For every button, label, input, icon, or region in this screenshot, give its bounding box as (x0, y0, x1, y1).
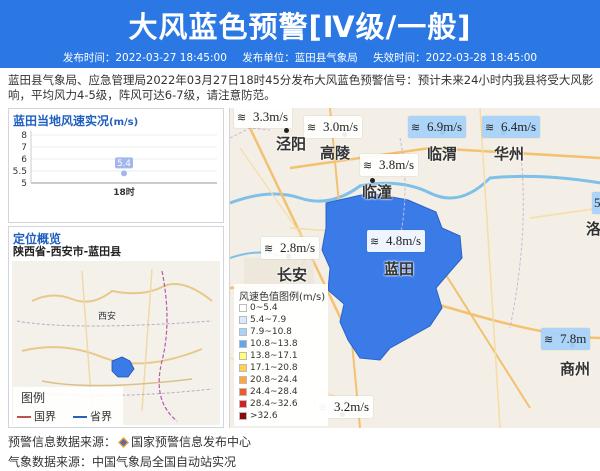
wind-label[interactable]: ≋ 3.3m/s (234, 108, 293, 128)
scale-swatch (239, 327, 247, 336)
scale-legend-item: 13.8~17.1 (239, 351, 298, 362)
x-tick-label: 18时 (113, 186, 135, 198)
wind-label[interactable]: ≋ 6.9m/s (408, 116, 467, 138)
lantian-highlight (111, 356, 135, 378)
city-huazhou: 华州 (494, 145, 525, 163)
wind-label[interactable]: ≋ 4.8m/s (367, 230, 426, 252)
city-jingyang: 泾阳 (276, 135, 307, 153)
wind-icon: ≋ (264, 242, 274, 255)
wind-label[interactable]: ≋ 6.4m/s (482, 116, 541, 138)
wind-speed-point (121, 170, 127, 177)
city-changan: 长安 (277, 266, 308, 284)
wind-label[interactable]: ≋ 7.8m (541, 328, 591, 350)
wind-speed-value-label: 5.4 (117, 159, 131, 169)
scale-legend-label: 28.4~32.6 (250, 399, 298, 409)
scale-legend-label: 5.4~7.9 (250, 315, 287, 325)
wind-label-partial[interactable]: 5 (592, 192, 600, 214)
scale-swatch (239, 339, 247, 348)
wind-speed-chart: 8 7 6 5.5 5 5.4 18时 (13, 131, 217, 198)
wind-speed-panel: 蓝田当地风速实况(m/s) 8 7 6 5.5 5 5.4 18时 (8, 108, 224, 223)
city-shangzhou: 商州 (560, 360, 591, 378)
scale-swatch (239, 375, 247, 384)
warning-title: 大风蓝色预警[Ⅳ级/一般] (128, 10, 472, 44)
scale-legend-label: 10.8~13.8 (250, 339, 298, 349)
footer: 预警信息数据来源： 国家预警信息发布中心 气象数据来源：中国气象局全国自动站实况 (8, 432, 598, 471)
scale-swatch (239, 399, 247, 408)
scale-swatch (239, 315, 247, 324)
expire-time: 失效时间：2022-03-28 18:45:00 (373, 52, 538, 64)
scale-swatch (239, 351, 247, 360)
scale-legend-item: >32.6 (239, 411, 278, 422)
scale-legend-item: 20.8~24.4 (239, 375, 298, 386)
location-panel: 定位概览 陕西省-西安市-蓝田县 西安 图例 国界 省界 (8, 226, 224, 428)
city-lintong: 临潼 (362, 183, 393, 201)
scale-legend-item: 10.8~13.8 (239, 339, 298, 350)
scale-swatch (239, 303, 247, 312)
scale-legend-label: 7.9~10.8 (250, 327, 292, 337)
wind-label[interactable]: ≋ 3.0m/s (304, 116, 363, 138)
scale-legend-item: 24.4~28.4 (239, 387, 298, 398)
warning-source-line: 预警信息数据来源： 国家预警信息发布中心 (8, 435, 252, 449)
wind-icon: ≋ (237, 111, 247, 124)
wind-icon: ≋ (411, 121, 421, 134)
warning-meta: 发布时间：2022-03-27 18:45:00 发布单位：蓝田县气象局 失效时… (0, 50, 600, 65)
overview-city-label: 西安 (98, 312, 117, 322)
warning-header: 大风蓝色预警[Ⅳ级/一般] 发布时间：2022-03-27 18:45:00 发… (0, 0, 600, 68)
wind-label[interactable]: ≋ 2.8m/s (261, 237, 320, 259)
scale-legend-label: >32.6 (250, 411, 278, 421)
scale-legend-item: 5.4~7.9 (239, 315, 286, 326)
warning-center-logo-icon (118, 437, 130, 448)
scale-legend-item: 0~5.4 (239, 303, 278, 314)
wind-icon: ≋ (370, 235, 380, 248)
weather-source-line: 气象数据来源：中国气象局全国自动站实况 (8, 455, 237, 469)
scale-legend-label: 20.8~24.4 (250, 375, 298, 385)
y-tick-label: 8 (21, 131, 27, 141)
warning-source-link[interactable]: 国家预警信息发布中心 (131, 435, 251, 449)
y-tick-label: 6 (21, 155, 27, 165)
scale-legend-label: 0~5.4 (250, 303, 278, 313)
city-lantian: 蓝田 (384, 260, 415, 278)
publish-time: 发布时间：2022-03-27 18:45:00 (62, 52, 227, 64)
scale-legend-label: 13.8~17.1 (250, 351, 298, 361)
scale-swatch (239, 363, 247, 372)
y-tick-label: 5.5 (13, 167, 27, 177)
legend-national-border: 国界 (17, 408, 56, 424)
city-partial-label: 洛 (586, 220, 600, 238)
wind-icon: ≋ (544, 333, 554, 346)
map-legend: 图例 国界 省界 (13, 387, 123, 427)
wind-scale-legend: 风速色值图例(m/s) 0~5.4 5.4~7.9 7.9~10.8 10.8~13.… (234, 284, 328, 426)
legend-title: 图例 (21, 391, 46, 405)
location-path: 陕西省-西安市-蓝田县 (13, 245, 122, 258)
wind-icon: ≋ (485, 121, 495, 134)
wind-map[interactable]: 泾阳 高陵 临渭 华州 临潼 蓝田 长安 商州 洛 ≋ 3.3m/s ≋ 3.0m/… (229, 108, 600, 428)
publisher: 发布单位：蓝田县气象局 (242, 52, 358, 64)
scale-legend-item: 17.1~20.8 (239, 363, 298, 374)
city-linwei: 临渭 (427, 145, 458, 163)
warning-description: 蓝田县气象局、应急管理局2022年03月27日18时45分发布大风蓝色预警信号：… (8, 73, 594, 102)
scale-legend-item: 28.4~32.6 (239, 399, 298, 410)
y-tick-label: 7 (21, 143, 27, 153)
city-gaoling: 高陵 (320, 144, 351, 162)
scale-legend-title: 风速色值图例(m/s) (239, 292, 326, 303)
wind-icon: ≋ (307, 121, 317, 134)
scale-legend-item: 7.9~10.8 (239, 327, 292, 338)
wind-label[interactable]: ≋ 3.8m/s (360, 154, 419, 176)
y-tick-label: 5 (21, 179, 27, 189)
scale-legend-label: 17.1~20.8 (250, 363, 298, 373)
legend-province-border: 省界 (73, 408, 112, 424)
scale-swatch (239, 387, 247, 396)
scale-swatch (239, 411, 247, 420)
wind-icon: ≋ (363, 159, 373, 172)
scale-legend-label: 24.4~28.4 (250, 387, 298, 397)
